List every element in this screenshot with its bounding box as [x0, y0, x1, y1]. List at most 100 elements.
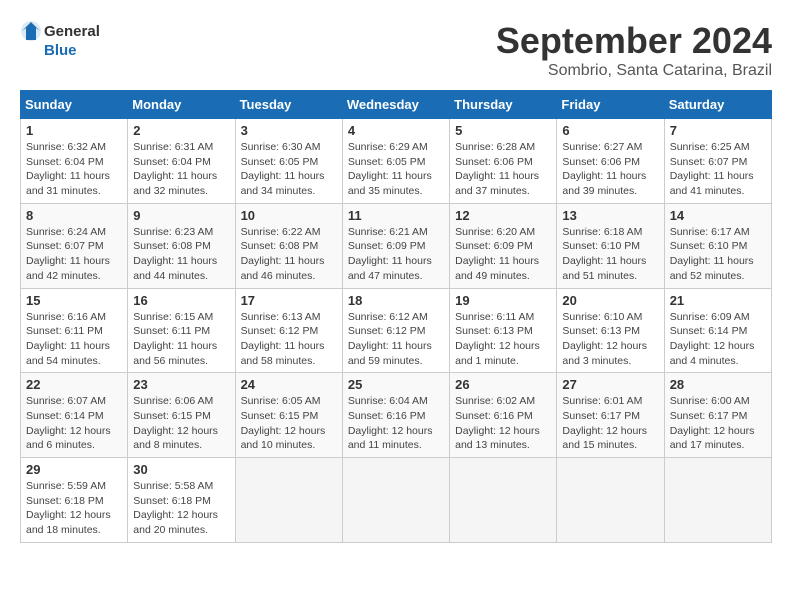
day-number: 15 [26, 293, 122, 308]
day-detail: Sunrise: 6:32 AM Sunset: 6:04 PM Dayligh… [26, 140, 122, 199]
day-detail: Sunrise: 6:31 AM Sunset: 6:04 PM Dayligh… [133, 140, 229, 199]
table-row [557, 458, 664, 543]
table-row: 26 Sunrise: 6:02 AM Sunset: 6:16 PM Dayli… [450, 373, 557, 458]
calendar-week-row: 22Sunrise: 6:07 AM Sunset: 6:14 PM Dayli… [21, 373, 772, 458]
table-row: 7 Sunrise: 6:25 AM Sunset: 6:07 PM Daylig… [664, 119, 771, 204]
day-detail: Sunrise: 6:02 AM Sunset: 6:16 PM Dayligh… [455, 394, 551, 453]
calendar-week-row: 8 Sunrise: 6:24 AM Sunset: 6:07 PM Daylig… [21, 203, 772, 288]
logo-svg-icon [20, 20, 42, 42]
table-row: 19 Sunrise: 6:11 AM Sunset: 6:13 PM Dayli… [450, 288, 557, 373]
day-detail: Sunrise: 6:01 AM Sunset: 6:17 PM Dayligh… [562, 394, 658, 453]
day-detail: Sunrise: 6:25 AM Sunset: 6:07 PM Dayligh… [670, 140, 766, 199]
table-row: 29 Sunrise: 5:59 AM Sunset: 6:18 PM Dayli… [21, 458, 128, 543]
day-number: 7 [670, 123, 766, 138]
col-monday: Monday [128, 91, 235, 119]
day-detail: Sunrise: 6:29 AM Sunset: 6:05 PM Dayligh… [348, 140, 444, 199]
table-row: 11 Sunrise: 6:21 AM Sunset: 6:09 PM Dayli… [342, 203, 449, 288]
day-number: 3 [241, 123, 337, 138]
table-row: 5 Sunrise: 6:28 AM Sunset: 6:06 PM Daylig… [450, 119, 557, 204]
day-number: 16 [133, 293, 229, 308]
day-detail: Sunrise: 6:17 AM Sunset: 6:10 PM Dayligh… [670, 225, 766, 284]
calendar-week-row: 1Sunrise: 6:32 AM Sunset: 6:04 PM Daylig… [21, 119, 772, 204]
col-thursday: Thursday [450, 91, 557, 119]
table-row: 27 Sunrise: 6:01 AM Sunset: 6:17 PM Dayli… [557, 373, 664, 458]
table-row: 13 Sunrise: 6:18 AM Sunset: 6:10 PM Dayli… [557, 203, 664, 288]
day-number: 20 [562, 293, 658, 308]
table-row: 15 Sunrise: 6:16 AM Sunset: 6:11 PM Dayli… [21, 288, 128, 373]
table-row: 24 Sunrise: 6:05 AM Sunset: 6:15 PM Dayli… [235, 373, 342, 458]
table-row: 12 Sunrise: 6:20 AM Sunset: 6:09 PM Dayli… [450, 203, 557, 288]
day-detail: Sunrise: 5:58 AM Sunset: 6:18 PM Dayligh… [133, 479, 229, 538]
table-row: 6Sunrise: 6:27 AM Sunset: 6:06 PM Daylig… [557, 119, 664, 204]
col-saturday: Saturday [664, 91, 771, 119]
table-row: 16 Sunrise: 6:15 AM Sunset: 6:11 PM Dayli… [128, 288, 235, 373]
calendar-week-row: 15 Sunrise: 6:16 AM Sunset: 6:11 PM Dayli… [21, 288, 772, 373]
day-number: 12 [455, 208, 551, 223]
subtitle: Sombrio, Santa Catarina, Brazil [496, 62, 772, 80]
day-detail: Sunrise: 6:28 AM Sunset: 6:06 PM Dayligh… [455, 140, 551, 199]
day-number: 2 [133, 123, 229, 138]
table-row: 22Sunrise: 6:07 AM Sunset: 6:14 PM Dayli… [21, 373, 128, 458]
table-row [235, 458, 342, 543]
day-detail: Sunrise: 6:30 AM Sunset: 6:05 PM Dayligh… [241, 140, 337, 199]
table-row [664, 458, 771, 543]
calendar-table: Sunday Monday Tuesday Wednesday Thursday… [20, 90, 772, 543]
day-number: 9 [133, 208, 229, 223]
table-row: 3 Sunrise: 6:30 AM Sunset: 6:05 PM Daylig… [235, 119, 342, 204]
day-detail: Sunrise: 6:10 AM Sunset: 6:13 PM Dayligh… [562, 310, 658, 369]
day-number: 8 [26, 208, 122, 223]
day-number: 19 [455, 293, 551, 308]
day-detail: Sunrise: 6:21 AM Sunset: 6:09 PM Dayligh… [348, 225, 444, 284]
logo-blue-text: Blue [44, 42, 77, 59]
day-detail: Sunrise: 6:24 AM Sunset: 6:07 PM Dayligh… [26, 225, 122, 284]
day-detail: Sunrise: 6:07 AM Sunset: 6:14 PM Dayligh… [26, 394, 122, 453]
table-row: 28Sunrise: 6:00 AM Sunset: 6:17 PM Dayli… [664, 373, 771, 458]
day-detail: Sunrise: 6:06 AM Sunset: 6:15 PM Dayligh… [133, 394, 229, 453]
table-row: 21Sunrise: 6:09 AM Sunset: 6:14 PM Dayli… [664, 288, 771, 373]
day-number: 13 [562, 208, 658, 223]
day-number: 29 [26, 462, 122, 477]
day-number: 17 [241, 293, 337, 308]
day-detail: Sunrise: 6:23 AM Sunset: 6:08 PM Dayligh… [133, 225, 229, 284]
day-number: 4 [348, 123, 444, 138]
day-detail: Sunrise: 5:59 AM Sunset: 6:18 PM Dayligh… [26, 479, 122, 538]
logo: General Blue [20, 20, 100, 59]
table-row: 14 Sunrise: 6:17 AM Sunset: 6:10 PM Dayli… [664, 203, 771, 288]
day-number: 23 [133, 377, 229, 392]
table-row: 17 Sunrise: 6:13 AM Sunset: 6:12 PM Dayli… [235, 288, 342, 373]
day-detail: Sunrise: 6:20 AM Sunset: 6:09 PM Dayligh… [455, 225, 551, 284]
table-row: 9 Sunrise: 6:23 AM Sunset: 6:08 PM Daylig… [128, 203, 235, 288]
day-number: 24 [241, 377, 337, 392]
day-detail: Sunrise: 6:22 AM Sunset: 6:08 PM Dayligh… [241, 225, 337, 284]
weekday-header-row: Sunday Monday Tuesday Wednesday Thursday… [21, 91, 772, 119]
col-tuesday: Tuesday [235, 91, 342, 119]
table-row: 1Sunrise: 6:32 AM Sunset: 6:04 PM Daylig… [21, 119, 128, 204]
day-number: 30 [133, 462, 229, 477]
day-detail: Sunrise: 6:00 AM Sunset: 6:17 PM Dayligh… [670, 394, 766, 453]
day-number: 5 [455, 123, 551, 138]
header: General Blue September 2024 Sombrio, San… [20, 20, 772, 80]
day-number: 18 [348, 293, 444, 308]
day-detail: Sunrise: 6:15 AM Sunset: 6:11 PM Dayligh… [133, 310, 229, 369]
month-title: September 2024 [496, 20, 772, 62]
table-row: 10Sunrise: 6:22 AM Sunset: 6:08 PM Dayli… [235, 203, 342, 288]
day-number: 11 [348, 208, 444, 223]
table-row: 25Sunrise: 6:04 AM Sunset: 6:16 PM Dayli… [342, 373, 449, 458]
day-detail: Sunrise: 6:11 AM Sunset: 6:13 PM Dayligh… [455, 310, 551, 369]
day-detail: Sunrise: 6:18 AM Sunset: 6:10 PM Dayligh… [562, 225, 658, 284]
day-number: 27 [562, 377, 658, 392]
day-detail: Sunrise: 6:12 AM Sunset: 6:12 PM Dayligh… [348, 310, 444, 369]
table-row: 8 Sunrise: 6:24 AM Sunset: 6:07 PM Daylig… [21, 203, 128, 288]
day-detail: Sunrise: 6:13 AM Sunset: 6:12 PM Dayligh… [241, 310, 337, 369]
day-number: 21 [670, 293, 766, 308]
table-row [450, 458, 557, 543]
calendar-week-row: 29 Sunrise: 5:59 AM Sunset: 6:18 PM Dayli… [21, 458, 772, 543]
table-row: 4 Sunrise: 6:29 AM Sunset: 6:05 PM Daylig… [342, 119, 449, 204]
table-row: 20 Sunrise: 6:10 AM Sunset: 6:13 PM Dayli… [557, 288, 664, 373]
day-detail: Sunrise: 6:05 AM Sunset: 6:15 PM Dayligh… [241, 394, 337, 453]
day-number: 25 [348, 377, 444, 392]
col-sunday: Sunday [21, 91, 128, 119]
day-detail: Sunrise: 6:16 AM Sunset: 6:11 PM Dayligh… [26, 310, 122, 369]
day-number: 26 [455, 377, 551, 392]
day-number: 14 [670, 208, 766, 223]
